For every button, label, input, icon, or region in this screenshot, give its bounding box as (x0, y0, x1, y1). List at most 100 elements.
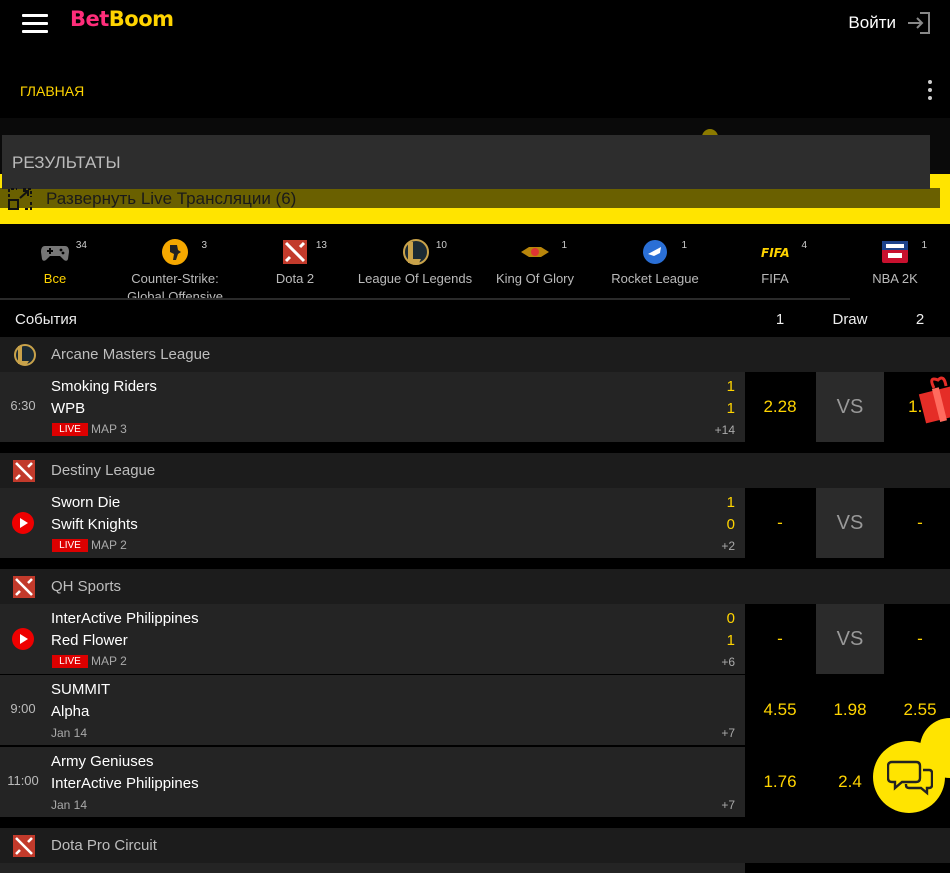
map-label: MAP 2 (91, 538, 127, 552)
more-vert-icon[interactable] (926, 80, 934, 104)
game-count: 34 (75, 240, 87, 251)
match-time: 6:30 (10, 398, 36, 413)
match-info[interactable]: InterActive Philippines Red Flower 0 1 L… (0, 604, 745, 674)
events-column-header: События 1 Draw 2 (0, 302, 950, 336)
team2-name: InterActive Philippines (51, 775, 199, 792)
more-markets-count[interactable]: +7 (721, 798, 735, 812)
play-stream-icon[interactable] (11, 627, 35, 651)
more-markets-count[interactable]: +6 (721, 655, 735, 669)
league-header[interactable]: Arcane Masters League (0, 337, 950, 372)
login-button[interactable]: Войти (848, 10, 932, 36)
team2-name: WPB (51, 400, 86, 417)
team1-name: Smoking Riders (51, 378, 157, 395)
team2-score: 0 (726, 516, 735, 533)
game-label: Counter-Strike: Global Offensive (127, 271, 223, 300)
game-tab-lol[interactable]: 10 League Of Legends (355, 230, 475, 300)
chat-button[interactable] (873, 741, 945, 813)
team2-name: Red Flower (51, 632, 128, 649)
league-header[interactable]: Destiny League (0, 453, 950, 488)
more-markets-count[interactable]: +14 (715, 423, 735, 437)
odd-2[interactable]: - (886, 488, 950, 558)
game-label: FIFA (761, 271, 789, 286)
svg-text:FIFA: FIFA (761, 246, 790, 260)
odd-1[interactable]: 1.76 (746, 747, 814, 817)
match-row[interactable]: 6:30 Smoking Riders WPB 1 1 LIVE MAP 3 +… (0, 372, 950, 442)
more-markets-count[interactable]: +7 (721, 726, 735, 740)
match-row[interactable]: InterActive Philippines Red Flower 0 1 L… (0, 604, 950, 674)
game-label: King Of Glory (495, 271, 575, 286)
odd-draw[interactable]: VS (816, 604, 884, 674)
game-count: 3 (201, 240, 207, 251)
team1-name: Sworn Die (51, 494, 121, 511)
login-icon (908, 12, 930, 34)
match-info[interactable]: 9:00 SUMMIT Alpha Jan 14 +7 (0, 675, 745, 745)
map-label: MAP 2 (91, 654, 127, 668)
expand-live-streams-button[interactable]: Развернуть Live Трансляции (6) (8, 188, 296, 210)
top-bar: BetBoom Войти (0, 0, 950, 50)
game-tab-all[interactable]: 34 Все (0, 230, 115, 300)
match-info[interactable]: 6:30 Smoking Riders WPB 1 1 LIVE MAP 3 +… (0, 372, 745, 442)
betboom-logo[interactable]: BetBoom (70, 7, 174, 31)
rocket-league-icon (643, 240, 667, 264)
team2-score: 1 (726, 400, 735, 417)
tabs-divider (0, 298, 850, 300)
league-header[interactable]: QH Sports (0, 569, 950, 604)
game-count: 13 (315, 240, 327, 251)
league-name: Dota Pro Circuit (51, 837, 157, 854)
game-label: Все (43, 271, 67, 286)
team2-name: Swift Knights (51, 516, 138, 533)
odd-draw[interactable]: VS (816, 372, 884, 442)
team2-score: 1 (726, 632, 735, 649)
odd-1[interactable]: - (746, 488, 814, 558)
team1-name: Army Geniuses (51, 753, 154, 770)
game-label: League Of Legends (357, 271, 473, 286)
odd-2[interactable] (886, 863, 950, 873)
league-name: Destiny League (51, 462, 156, 479)
dota-icon (283, 240, 307, 264)
match-row[interactable]: Sworn Die Swift Knights 1 0 LIVE MAP 2 +… (0, 488, 950, 558)
menu-icon[interactable] (22, 14, 48, 34)
game-tab-dota2[interactable]: 13 Dota 2 (235, 230, 355, 300)
match-row[interactable]: 9:00 SUMMIT Alpha Jan 14 +7 4.55 1.98 2.… (0, 675, 950, 745)
odd-draw[interactable] (816, 863, 884, 873)
match-date: Jan 14 (51, 798, 88, 812)
expand-live-label: Развернуть Live Трансляции (6) (46, 189, 297, 208)
match-date: Jan 14 (51, 726, 88, 740)
match-info[interactable]: Sworn Die Swift Knights 1 0 LIVE MAP 2 +… (0, 488, 745, 558)
gift-icon[interactable] (918, 372, 950, 428)
team1-score: 1 (726, 378, 735, 395)
match-info[interactable]: 11:00 Army Geniuses InterActive Philippi… (0, 747, 745, 817)
game-tab-csgo[interactable]: 3 Counter-Strike: Global Offensive (115, 230, 235, 300)
odd-1[interactable]: - (746, 604, 814, 674)
game-count: 1 (921, 240, 927, 251)
odd-draw[interactable]: 1.98 (816, 675, 884, 745)
odds-draw-header: Draw (832, 311, 868, 328)
nav-home-link[interactable]: ГЛАВНАЯ (20, 83, 84, 99)
odds-1-header: 1 (775, 311, 785, 328)
game-tab-fifa[interactable]: FIFA 4 FIFA (715, 230, 835, 300)
team1-score: 1 (726, 494, 735, 511)
odd-1[interactable] (746, 863, 814, 873)
team1-name: InterActive Philippines (51, 610, 199, 627)
odd-draw[interactable]: VS (816, 488, 884, 558)
game-tab-king-of-glory[interactable]: 1 King Of Glory (475, 230, 595, 300)
team1-name: SUMMIT (51, 681, 111, 698)
lol-icon (14, 344, 36, 366)
game-tab-nba2k[interactable]: 1 NBA 2K (835, 230, 950, 300)
match-row[interactable]: 11:00 Army Geniuses InterActive Philippi… (0, 747, 950, 817)
league-header[interactable]: Dota Pro Circuit (0, 828, 950, 863)
odd-2[interactable]: - (886, 604, 950, 674)
league-name: Arcane Masters League (51, 346, 211, 363)
results-tab[interactable]: РЕЗУЛЬТАТЫ (2, 135, 930, 189)
logo-text-boom: Boom (108, 7, 174, 31)
odd-1[interactable]: 2.28 (746, 372, 814, 442)
odd-1[interactable]: 4.55 (746, 675, 814, 745)
map-label: MAP 3 (91, 422, 127, 436)
more-markets-count[interactable]: +2 (721, 539, 735, 553)
game-tab-rocket-league[interactable]: 1 Rocket League (595, 230, 715, 300)
match-info[interactable] (0, 863, 745, 873)
nba2k-icon (882, 241, 908, 263)
play-stream-icon[interactable] (11, 511, 35, 535)
match-time: 11:00 (7, 773, 39, 788)
match-row[interactable] (0, 863, 950, 873)
